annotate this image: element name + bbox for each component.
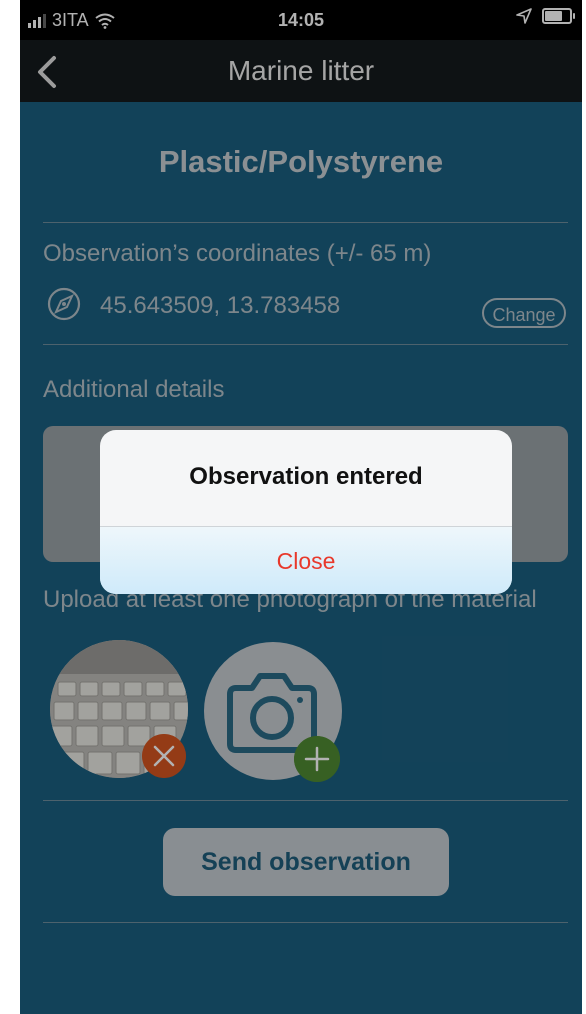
phone-screen: 3ITA 14:05 Marine litter Plastic/Polysty… — [20, 0, 582, 1014]
dialog-title: Observation entered — [189, 463, 423, 490]
dialog-close-button[interactable]: Close — [100, 527, 512, 594]
dialog-close-label: Close — [276, 548, 336, 574]
alert-dialog: Observation entered Close — [100, 430, 512, 594]
